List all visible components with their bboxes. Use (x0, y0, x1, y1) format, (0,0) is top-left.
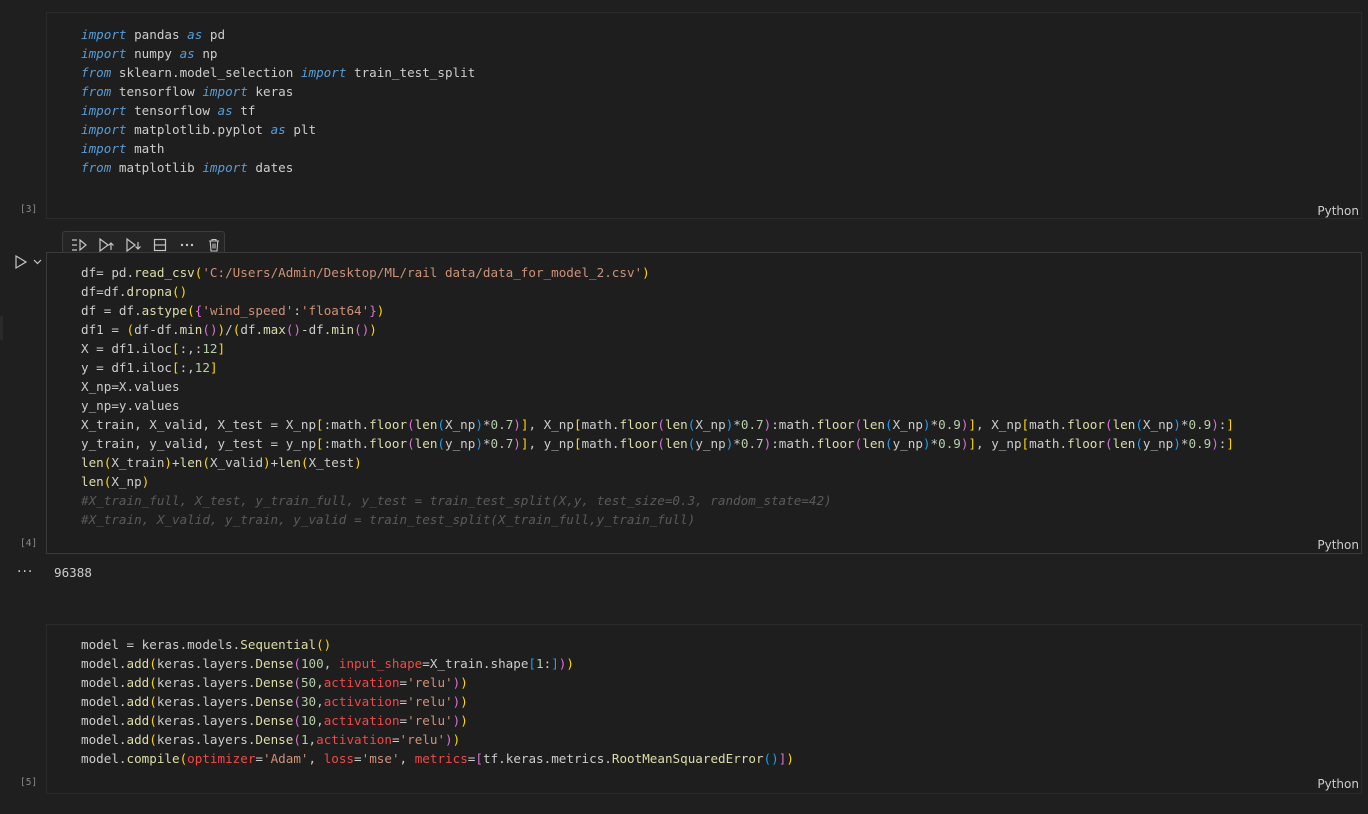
code-line[interactable]: df= pd.read_csv('C:/Users/Admin/Desktop/… (81, 263, 1234, 282)
code-line[interactable]: y_np=y.values (81, 396, 1234, 415)
chevron-down-icon (33, 259, 42, 265)
code-line[interactable]: from sklearn.model_selection import trai… (81, 63, 475, 82)
execution-count: [4] (20, 538, 38, 549)
language-label[interactable]: Python (1317, 538, 1359, 552)
code-line[interactable]: import math (81, 139, 475, 158)
code-line[interactable]: df1 = (df-df.min())/(df.max()-df.min()) (81, 320, 1234, 339)
run-cell-button[interactable] (14, 254, 46, 270)
output-menu-button[interactable]: ··· (17, 564, 33, 580)
code-line[interactable]: len(X_train)+len(X_valid)+len(X_test) (81, 453, 1234, 472)
code-line[interactable]: from matplotlib import dates (81, 158, 475, 177)
code-cell-3[interactable]: model = keras.models.Sequential() model.a… (46, 624, 1362, 794)
code-editor[interactable]: model = keras.models.Sequential() model.a… (81, 635, 794, 768)
cell-output: 96388 (54, 565, 92, 580)
code-line[interactable]: model.compile(optimizer='Adam', loss='ms… (81, 749, 794, 768)
code-line[interactable]: import tensorflow as tf (81, 101, 475, 120)
code-line[interactable]: model.add(keras.layers.Dense(30,activati… (81, 692, 794, 711)
code-line[interactable]: #X_train_full, X_test, y_train_full, y_t… (81, 491, 1234, 510)
code-line[interactable]: model.add(keras.layers.Dense(100, input_… (81, 654, 794, 673)
code-editor[interactable]: import pandas as pd import numpy as np fro… (81, 25, 475, 177)
code-editor[interactable]: df= pd.read_csv('C:/Users/Admin/Desktop/… (81, 263, 1234, 529)
execution-count: [3] (20, 204, 38, 215)
code-line[interactable]: from tensorflow import keras (81, 82, 475, 101)
code-line[interactable]: import pandas as pd (81, 25, 475, 44)
code-line[interactable]: model.add(keras.layers.Dense(50,activati… (81, 673, 794, 692)
code-line[interactable]: import matplotlib.pyplot as plt (81, 120, 475, 139)
code-line[interactable]: model = keras.models.Sequential() (81, 635, 794, 654)
code-line[interactable]: model.add(keras.layers.Dense(10,activati… (81, 711, 794, 730)
code-line[interactable]: y = df1.iloc[:,12] (81, 358, 1234, 377)
code-line[interactable]: df=df.dropna() (81, 282, 1234, 301)
code-line[interactable]: model.add(keras.layers.Dense(1,activatio… (81, 730, 794, 749)
language-label[interactable]: Python (1317, 204, 1359, 218)
code-cell-1[interactable]: import pandas as pd import numpy as np fro… (46, 12, 1362, 219)
code-cell-2[interactable]: df= pd.read_csv('C:/Users/Admin/Desktop/… (46, 252, 1362, 554)
code-line[interactable]: X_np=X.values (81, 377, 1234, 396)
code-line[interactable]: y_train, y_valid, y_test = y_np[:math.fl… (81, 434, 1234, 453)
language-label[interactable]: Python (1317, 777, 1359, 791)
code-line[interactable]: X_train, X_valid, X_test = X_np[:math.fl… (81, 415, 1234, 434)
code-line[interactable]: len(X_np) (81, 472, 1234, 491)
play-icon (15, 254, 28, 270)
execution-count: [5] (20, 777, 38, 788)
code-line[interactable]: df = df.astype({'wind_speed':'float64'}) (81, 301, 1234, 320)
code-line[interactable]: X = df1.iloc[:,:12] (81, 339, 1234, 358)
code-line[interactable]: #X_train, X_valid, y_train, y_valid = tr… (81, 510, 1234, 529)
gutter-marker (0, 316, 3, 340)
code-line[interactable]: import numpy as np (81, 44, 475, 63)
